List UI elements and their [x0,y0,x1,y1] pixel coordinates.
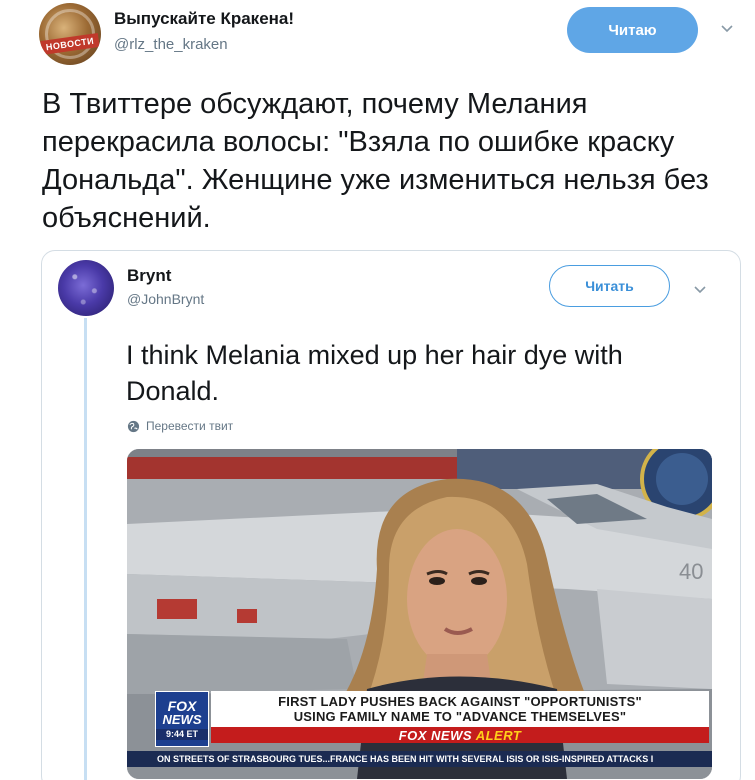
translate-tweet-link[interactable]: Перевести твит [127,419,233,433]
fox-news-logo: FOX NEWS 9:44 ET [155,691,209,747]
tweet-text: В Твиттере обсуждают, почему Мелания пер… [42,88,709,234]
author-avatar[interactable]: НОВОСТИ [39,3,101,65]
fox-logo-line1: FOX [167,697,197,714]
following-button[interactable]: Читаю [567,7,698,53]
author-handle[interactable]: @rlz_the_kraken [114,36,228,53]
broadcast-time: 9:44 ET [156,728,208,740]
alert-prefix: FOX NEWS [398,727,473,743]
quoted-author-handle[interactable]: @JohnBrynt [127,291,204,307]
news-headline: FIRST LADY PUSHES BACK AGAINST "OPPORTUN… [211,691,709,727]
follow-button[interactable]: Читать [549,265,670,307]
alert-text: FOX NEWS ALERT [399,728,522,743]
alert-word: ALERT [475,727,522,743]
quoted-author-name[interactable]: Brynt [127,266,171,286]
avatar-pattern [58,260,114,316]
jet-number: 40 [679,559,703,584]
headline-line-2: USING FAMILY NAME TO "ADVANCE THEMSELVES… [293,709,627,724]
fox-logo-line2: NEWS [162,711,202,727]
chevron-down-icon[interactable] [694,283,706,295]
news-ticker: ON STREETS OF STRASBOURG TUES...FRANCE H… [127,751,712,767]
quoted-tweet-text: I think Melania mixed up her hair dye wi… [126,340,623,406]
headline-line-1: FIRST LADY PUSHES BACK AGAINST "OPPORTUN… [278,694,642,709]
author-name[interactable]: Выпускайте Кракена! [114,9,294,29]
news-alert-bar: FOX NEWS ALERT [211,727,709,743]
tweet-media-image[interactable]: 40 FOX NEWS 9:44 ET FIRST LADY PUSHES BA… [127,449,712,779]
quoted-author-avatar[interactable] [58,260,114,316]
translate-label: Перевести твит [146,419,234,433]
news-lower-third: FOX NEWS 9:44 ET FIRST LADY PUSHES BACK … [155,689,710,747]
chevron-down-icon[interactable] [721,22,733,34]
thread-line [84,318,87,780]
globe-icon [127,420,140,432]
